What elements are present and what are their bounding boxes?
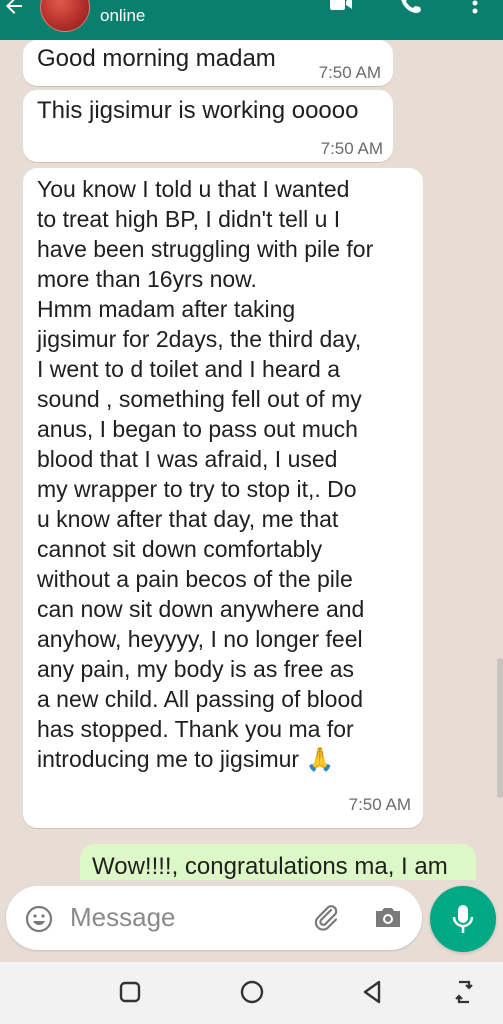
home-icon[interactable] [238, 978, 266, 1006]
message-line: more than 16yrs now. [37, 266, 257, 292]
message-line: to treat high BP, I didn't tell u I [37, 206, 341, 232]
attach-icon[interactable] [311, 902, 341, 932]
back-arrow-icon[interactable] [2, 0, 26, 18]
message-line: I went to d toilet and I heard a [37, 356, 341, 382]
mic-icon [452, 905, 474, 933]
message-line: anus, I began to pass out much [37, 416, 358, 442]
message-line: You know I told u that I wanted [37, 176, 350, 202]
message-time: 7:50 AM [348, 795, 411, 814]
message-bubble[interactable]: You know I told u that I wanted to treat… [23, 168, 423, 828]
message-line: jigsimur for 2days, the third day, [37, 326, 362, 352]
back-icon[interactable] [358, 978, 386, 1006]
message-line: introducing me to jigsimur 🙏 [37, 746, 335, 772]
voice-message-button[interactable] [430, 886, 496, 952]
outgoing-message-bubble[interactable]: Wow!!!!, congratulations ma, I am [80, 844, 476, 880]
contact-status: online [100, 6, 146, 25]
message-time: 7:50 AM [320, 139, 383, 158]
message-line: can now sit down anywhere and [37, 596, 365, 622]
message-line: have been struggling with pile for [37, 236, 374, 262]
message-line: a new child. All passing of blood [37, 686, 364, 712]
message-text: This jigsimur is working ooooo [37, 97, 359, 124]
more-options-icon[interactable] [462, 0, 488, 16]
message-line: Hmm madam after taking [37, 296, 296, 322]
message-line: my wrapper to try to stop it,. Do [37, 476, 357, 502]
message-line: sound , something fell out of my [37, 386, 362, 412]
message-input[interactable]: Message [70, 902, 176, 933]
system-navigation-bar [0, 962, 503, 1024]
chat-header: online [0, 0, 503, 40]
scrollbar-thumb[interactable] [497, 658, 503, 798]
message-composer[interactable]: Message [6, 886, 422, 950]
message-line: u know after that day, me that [37, 506, 339, 532]
message-line: cannot sit down comfortably [37, 536, 323, 562]
phone-icon[interactable] [398, 0, 424, 16]
video-call-icon[interactable] [328, 0, 354, 16]
message-line: without a pain becos of the pile [37, 566, 353, 592]
message-bubble[interactable]: Good morning madam 7:50 AM [23, 40, 393, 86]
message-line: has stopped. Thank you ma for [37, 716, 354, 742]
message-line: any pain, my body is as free as [37, 656, 355, 682]
message-text: You know I told u that I wanted to treat… [37, 174, 373, 774]
emoji-icon[interactable] [24, 904, 54, 934]
message-line: blood that I was afraid, I used [37, 446, 338, 472]
recents-icon[interactable] [116, 978, 144, 1006]
avatar[interactable] [40, 0, 90, 32]
message-bubble[interactable]: This jigsimur is working ooooo 7:50 AM [23, 90, 393, 162]
message-text: Good morning madam [37, 45, 276, 72]
chat-area[interactable]: Good morning madam 7:50 AM This jigsimur… [0, 40, 503, 880]
message-text: Wow!!!!, congratulations ma, I am [92, 853, 448, 880]
rotate-icon[interactable] [450, 978, 478, 1006]
message-time: 7:50 AM [318, 63, 381, 82]
message-line: anyhow, heyyyy, I no longer feel [37, 626, 363, 652]
camera-icon[interactable] [372, 902, 404, 932]
